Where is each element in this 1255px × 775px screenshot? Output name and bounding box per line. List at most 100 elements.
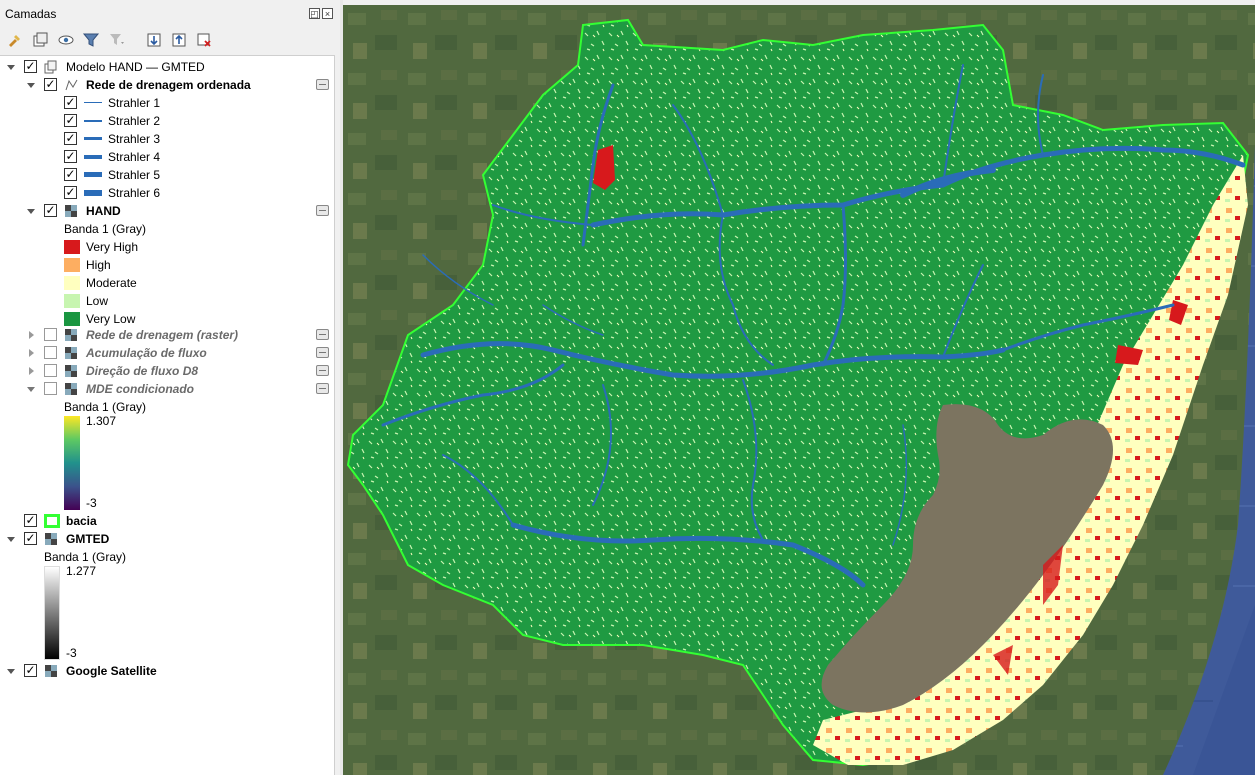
raster-layer-icon [65, 205, 77, 217]
style-manager-icon[interactable] [6, 31, 24, 49]
filter-expression-icon[interactable] [108, 31, 126, 49]
polygon-symbol-icon [44, 514, 60, 528]
layer-row-google-satellite[interactable]: ✓ Google Satellite [0, 662, 335, 680]
expand-arrow-icon[interactable] [27, 367, 35, 375]
class-label: Strahler 3 [108, 132, 161, 146]
layer-group-label: Modelo HAND — GMTED [66, 60, 205, 74]
band-label: Banda 1 (Gray) [64, 222, 147, 236]
embedded-widget-icon[interactable] [316, 329, 329, 340]
panel-title: Camadas [5, 7, 57, 21]
ramp-max-label: 1.307 [86, 414, 117, 428]
layer-checkbox[interactable] [44, 364, 57, 377]
legend-item-strahler-5[interactable]: ✓ Strahler 5 [0, 166, 300, 184]
collapse-all-icon[interactable] [170, 31, 188, 49]
legend-item-moderate: Moderate [0, 274, 300, 292]
layer-row-flow-accumulation[interactable]: Acumulação de fluxo [0, 344, 335, 362]
layer-row-flow-direction[interactable]: Direção de fluxo D8 [0, 362, 335, 380]
line-layer-icon [65, 79, 78, 91]
layer-row-drainage-vector[interactable]: ✓ Rede de drenagem ordenada [0, 76, 335, 94]
class-label: Moderate [86, 276, 137, 290]
expand-all-icon[interactable] [145, 31, 163, 49]
ramp-max-label: 1.277 [66, 564, 97, 578]
raster-layer-icon [65, 365, 77, 377]
color-swatch [64, 258, 80, 272]
collapse-arrow-icon[interactable] [7, 63, 15, 71]
layer-tree: ✓ Modelo HAND — GMTED ✓ Rede de drenagem… [0, 55, 335, 775]
color-swatch [64, 240, 80, 254]
class-label: Strahler 1 [108, 96, 161, 110]
layer-row-drainage-raster[interactable]: Rede de drenagem (raster) [0, 326, 335, 344]
legend-item-very-high: Very High [0, 238, 300, 256]
grayscale-ramp [44, 566, 60, 660]
layer-row-bacia[interactable]: ✓ bacia [0, 512, 335, 530]
class-checkbox[interactable]: ✓ [64, 96, 77, 109]
expand-arrow-icon[interactable] [27, 349, 35, 357]
layer-checkbox[interactable]: ✓ [44, 204, 57, 217]
expand-arrow-icon[interactable] [27, 331, 35, 339]
line-symbol-icon [84, 172, 102, 177]
layer-checkbox[interactable] [44, 328, 57, 341]
collapse-arrow-icon[interactable] [27, 207, 35, 215]
line-symbol-icon [84, 137, 102, 140]
line-symbol-icon [84, 155, 102, 159]
layer-checkbox[interactable]: ✓ [24, 664, 37, 677]
visibility-eye-icon[interactable] [57, 31, 75, 49]
layers-toolbar [0, 28, 340, 54]
layer-row-hand[interactable]: ✓ HAND [0, 202, 335, 220]
legend-item-strahler-6[interactable]: ✓ Strahler 6 [0, 184, 300, 202]
viridis-ramp [64, 416, 80, 510]
embedded-widget-icon[interactable] [316, 205, 329, 216]
class-label: Strahler 4 [108, 150, 161, 164]
class-checkbox[interactable]: ✓ [64, 150, 77, 163]
map-canvas[interactable] [343, 5, 1255, 775]
legend-item-strahler-1[interactable]: ✓ Strahler 1 [0, 94, 300, 112]
embedded-widget-icon[interactable] [316, 347, 329, 358]
layer-checkbox[interactable] [44, 382, 57, 395]
layer-checkbox[interactable]: ✓ [44, 78, 57, 91]
close-panel-button[interactable]: × [322, 8, 333, 19]
raster-layer-icon [45, 533, 57, 545]
layer-group-checkbox[interactable]: ✓ [24, 60, 37, 73]
class-label: Strahler 2 [108, 114, 161, 128]
class-checkbox[interactable]: ✓ [64, 168, 77, 181]
ramp-min-label: -3 [66, 646, 77, 660]
line-symbol-icon [84, 102, 102, 103]
class-checkbox[interactable]: ✓ [64, 186, 77, 199]
layer-label: bacia [66, 514, 97, 528]
filter-icon[interactable] [82, 31, 100, 49]
embedded-widget-icon[interactable] [316, 365, 329, 376]
class-checkbox[interactable]: ✓ [64, 114, 77, 127]
collapse-arrow-icon[interactable] [27, 81, 35, 89]
embedded-widget-icon[interactable] [316, 383, 329, 394]
raster-layer-icon [65, 347, 77, 359]
legend-item-strahler-3[interactable]: ✓ Strahler 3 [0, 130, 300, 148]
layer-row-gmted[interactable]: ✓ GMTED [0, 530, 335, 548]
collapse-arrow-icon[interactable] [7, 667, 15, 675]
layer-checkbox[interactable] [44, 346, 57, 359]
legend-item-strahler-4[interactable]: ✓ Strahler 4 [0, 148, 300, 166]
layer-row-mde[interactable]: MDE condicionado [0, 380, 335, 398]
class-checkbox[interactable]: ✓ [64, 132, 77, 145]
layer-group-row[interactable]: ✓ Modelo HAND — GMTED [0, 58, 335, 76]
class-label: Strahler 5 [108, 168, 161, 182]
collapse-arrow-icon[interactable] [7, 535, 15, 543]
class-label: Low [86, 294, 109, 308]
layer-label: Rede de drenagem ordenada [86, 78, 251, 92]
layer-checkbox[interactable]: ✓ [24, 532, 37, 545]
group-icon [44, 60, 57, 74]
float-panel-button[interactable]: ◰ [309, 8, 320, 19]
layer-label: Rede de drenagem (raster) [86, 328, 239, 342]
raster-layer-icon [45, 665, 57, 677]
class-label: Very High [86, 240, 139, 254]
layer-checkbox[interactable]: ✓ [24, 514, 37, 527]
legend-item-low: Low [0, 292, 300, 310]
class-label: High [86, 258, 111, 272]
layer-label: HAND [86, 204, 121, 218]
legend-item-strahler-2[interactable]: ✓ Strahler 2 [0, 112, 300, 130]
collapse-arrow-icon[interactable] [27, 385, 35, 393]
line-symbol-icon [84, 190, 102, 196]
add-group-icon[interactable] [31, 31, 49, 49]
embedded-widget-icon[interactable] [316, 79, 329, 90]
remove-layer-icon[interactable] [195, 31, 213, 49]
color-swatch [64, 312, 80, 326]
